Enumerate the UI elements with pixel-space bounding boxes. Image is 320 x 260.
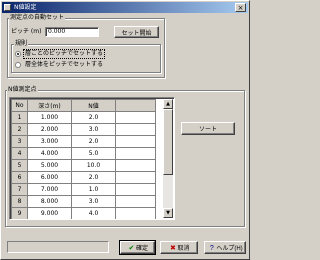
cell-no[interactable]: 8	[11, 195, 28, 208]
cell-blank[interactable]	[115, 171, 156, 184]
cell-n-value[interactable]: 3.0	[71, 123, 116, 136]
cell-no[interactable]: 5	[11, 159, 28, 172]
scroll-thumb[interactable]	[163, 109, 173, 175]
cell-no[interactable]: 9	[11, 207, 28, 219]
cell-blank[interactable]	[115, 147, 156, 160]
pitch-label: ピッチ (m)	[11, 28, 42, 35]
cell-depth[interactable]: 1.000	[27, 111, 72, 124]
cell-blank[interactable]	[115, 207, 156, 219]
column-header-depth[interactable]: 深さ(m)	[27, 99, 72, 112]
table-header-row: No 深さ(m) N値	[11, 99, 156, 112]
cell-depth[interactable]: 4.000	[27, 147, 72, 160]
n-value-table: No 深さ(m) N値 1 1.000 2.0 2 2.000 3.0 3 3.000 2.0 4…	[11, 99, 156, 219]
cell-depth[interactable]: 9.000	[27, 207, 72, 219]
vertical-scrollbar[interactable]: ▲ ▼	[163, 99, 173, 218]
column-header-no[interactable]: No	[11, 99, 28, 112]
radio-whole-layer[interactable]: 層全体をピッチでセットする	[15, 61, 135, 69]
cell-no[interactable]: 7	[11, 183, 28, 196]
column-header-n[interactable]: N値	[71, 99, 116, 112]
arrow-up-icon: ▲	[166, 101, 170, 107]
ok-button-label: 確定	[135, 246, 148, 252]
cell-depth[interactable]: 7.000	[27, 183, 72, 196]
cell-n-value[interactable]: 1.0	[71, 183, 116, 196]
ok-button[interactable]: ✔ 確定	[119, 240, 156, 255]
table-row[interactable]: 3 3.000 2.0	[11, 135, 156, 148]
cell-blank[interactable]	[115, 195, 156, 208]
scroll-down-button[interactable]: ▼	[163, 208, 173, 218]
cell-depth[interactable]: 2.000	[27, 123, 72, 136]
cell-no[interactable]: 6	[11, 171, 28, 184]
radio-per-layer[interactable]: 層ごとのピッチでセットする	[15, 49, 135, 59]
cell-no[interactable]: 2	[11, 123, 28, 136]
dialog-window: N値設定 × 測定点の自動セット ピッチ (m) 0.000 セット開始 規則 …	[0, 0, 250, 260]
cell-no[interactable]: 4	[11, 147, 28, 160]
table-row[interactable]: 5 5.000 10.0	[11, 159, 156, 172]
radio-per-layer-label[interactable]: 層ごとのピッチでセットする	[23, 49, 105, 59]
auto-set-group-label: 測定点の自動セット	[9, 14, 66, 21]
scroll-up-button[interactable]: ▲	[163, 99, 173, 109]
close-button[interactable]: ×	[235, 3, 246, 12]
app-icon	[4, 4, 11, 11]
cell-blank[interactable]	[115, 123, 156, 136]
set-start-button[interactable]: セット開始	[114, 26, 159, 38]
cell-depth[interactable]: 6.000	[27, 171, 72, 184]
cell-no[interactable]: 1	[11, 111, 28, 124]
radio-per-layer-dot[interactable]	[15, 51, 21, 57]
cell-n-value[interactable]: 10.0	[71, 159, 116, 172]
cell-blank[interactable]	[115, 159, 156, 172]
close-icon: ×	[237, 4, 244, 12]
cell-n-value[interactable]: 2.0	[71, 171, 116, 184]
cell-blank[interactable]	[115, 111, 156, 124]
cancel-button[interactable]: ✖ 取消	[160, 241, 198, 254]
cell-depth[interactable]: 5.000	[27, 159, 72, 172]
pitch-input[interactable]: 0.000	[45, 27, 99, 37]
table-row[interactable]: 1 1.000 2.0	[11, 111, 156, 124]
table-row[interactable]: 7 7.000 1.0	[11, 183, 156, 196]
cell-blank[interactable]	[115, 135, 156, 148]
cell-n-value[interactable]: 2.0	[71, 135, 116, 148]
title-bar[interactable]: N値設定 ×	[2, 2, 248, 13]
arrow-down-icon: ▼	[166, 210, 170, 216]
cancel-button-label: 取消	[177, 246, 190, 252]
cell-no[interactable]: 3	[11, 135, 28, 148]
radio-whole-layer-dot[interactable]	[15, 62, 21, 68]
help-button-label: ヘルプ(H)	[216, 246, 243, 252]
table-row[interactable]: 9 9.000 4.0	[11, 207, 156, 219]
cell-blank[interactable]	[115, 183, 156, 196]
sort-button[interactable]: ソート	[181, 122, 235, 135]
cell-n-value[interactable]: 5.0	[71, 147, 116, 160]
cell-n-value[interactable]: 3.0	[71, 195, 116, 208]
cell-n-value[interactable]: 2.0	[71, 111, 116, 124]
cell-depth[interactable]: 3.000	[27, 135, 72, 148]
table-row[interactable]: 8 8.000 3.0	[11, 195, 156, 208]
cell-n-value[interactable]: 4.0	[71, 207, 116, 219]
window-title: N値設定	[14, 4, 37, 11]
column-header-blank[interactable]	[115, 99, 156, 112]
cell-depth[interactable]: 8.000	[27, 195, 72, 208]
n-value-grid[interactable]: No 深さ(m) N値 1 1.000 2.0 2 2.000 3.0 3 3.000 2.0 4…	[9, 97, 175, 220]
status-bar	[7, 241, 109, 253]
n-points-group-label: N値測定点	[7, 86, 38, 93]
table-row[interactable]: 2 2.000 3.0	[11, 123, 156, 136]
check-icon: ✔	[128, 245, 135, 252]
table-row[interactable]: 6 6.000 2.0	[11, 171, 156, 184]
method-group-label: 規則	[14, 40, 29, 47]
help-button[interactable]: ? ヘルプ(H)	[204, 241, 246, 254]
help-icon: ?	[209, 245, 214, 252]
table-row[interactable]: 4 4.000 5.0	[11, 147, 156, 160]
radio-whole-layer-label[interactable]: 層全体をピッチでセットする	[24, 61, 104, 69]
